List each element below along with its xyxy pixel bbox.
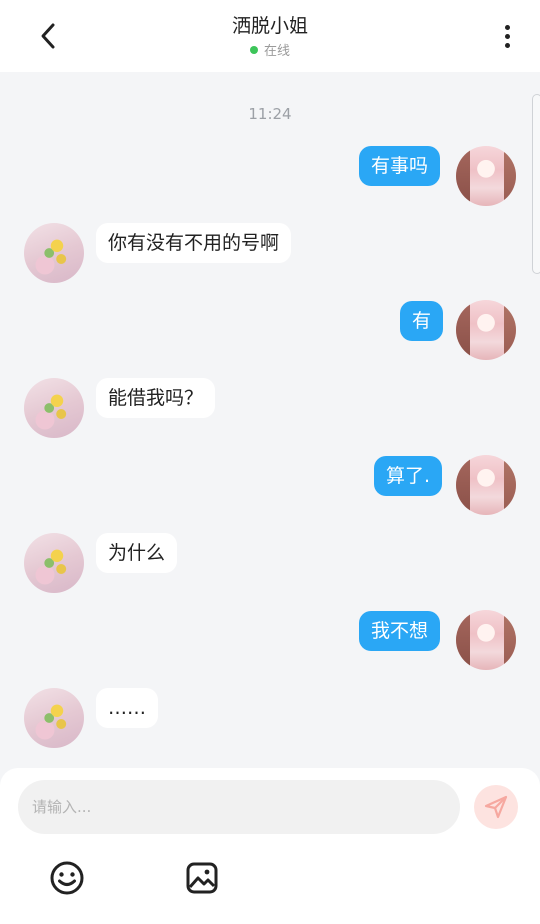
contact-avatar[interactable] xyxy=(24,223,84,283)
more-button[interactable] xyxy=(494,18,520,54)
message-bubble-me[interactable]: 有事吗 xyxy=(359,146,441,186)
message-bubble-other[interactable]: 能借我吗？ xyxy=(96,378,216,418)
send-icon xyxy=(484,795,508,819)
contact-avatar[interactable] xyxy=(24,688,84,748)
chat-header: 洒脱小姐 在线 xyxy=(0,0,540,72)
message-input[interactable] xyxy=(18,780,460,834)
online-dot-icon xyxy=(249,45,258,54)
message-bubble-me[interactable]: 我不想 xyxy=(359,611,441,651)
message-bubble-other[interactable]: 为什么 xyxy=(96,533,178,573)
message-bubble-other[interactable]: …… xyxy=(96,688,158,728)
message-bubble-me[interactable]: 有 xyxy=(400,301,444,341)
chevron-left-icon xyxy=(41,23,55,49)
contact-name: 洒脱小姐 xyxy=(231,15,308,37)
message-bubble-me[interactable]: 算了. xyxy=(374,456,443,496)
status-row: 在线 xyxy=(170,40,370,59)
my-avatar[interactable] xyxy=(456,455,516,515)
message-list[interactable]: 11:24 有事吗 你有没有不用的号啊 有 能借我吗？ 算了. 为什么 我不想 … xyxy=(0,72,540,768)
my-avatar[interactable] xyxy=(456,146,516,206)
composer-bar xyxy=(0,768,540,924)
title-area: 洒脱小姐 在线 xyxy=(170,14,370,59)
status-text: 在线 xyxy=(263,44,290,59)
more-dot xyxy=(504,33,510,39)
send-button[interactable] xyxy=(474,785,518,829)
back-button[interactable] xyxy=(28,16,68,56)
smiley-icon xyxy=(50,861,84,895)
contact-avatar[interactable] xyxy=(24,533,84,593)
more-vertical-icon xyxy=(504,24,510,30)
contact-avatar[interactable] xyxy=(24,378,84,438)
emoji-button[interactable] xyxy=(49,860,85,896)
message-bubble-other[interactable]: 你有没有不用的号啊 xyxy=(96,223,292,263)
timestamp: 11:24 xyxy=(248,105,292,123)
more-dot xyxy=(504,42,510,48)
my-avatar[interactable] xyxy=(456,610,516,670)
image-icon xyxy=(186,862,218,894)
my-avatar[interactable] xyxy=(456,300,516,360)
image-button[interactable] xyxy=(184,860,220,896)
